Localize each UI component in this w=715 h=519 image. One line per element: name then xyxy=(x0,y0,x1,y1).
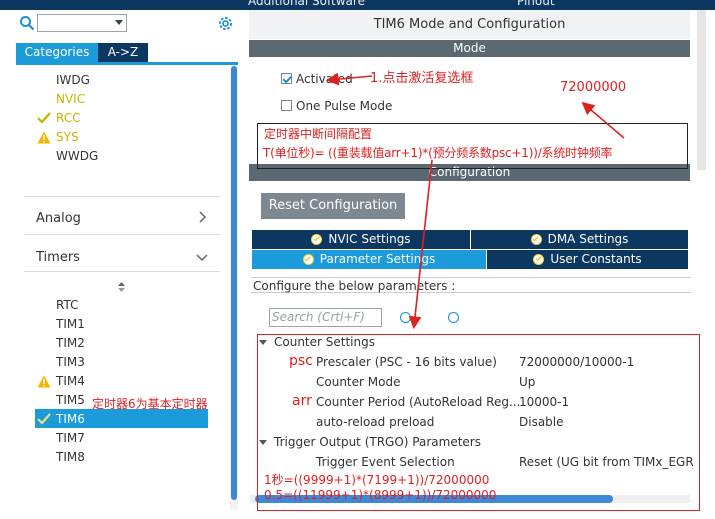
annotation-psc: psc xyxy=(289,353,313,369)
check-icon xyxy=(37,112,51,124)
left-scrollbar-thumb[interactable] xyxy=(231,66,237,500)
category-timers[interactable]: Timers xyxy=(36,250,80,265)
tab-user-constants[interactable]: User Constants xyxy=(487,250,688,269)
list-item-tim7[interactable]: TIM7 xyxy=(56,431,85,445)
annotation-formula: T(单位秒)= ((重装载值arr+1)*(预分频系数psc+1))/系统时钟频… xyxy=(263,146,613,160)
param-search-input[interactable]: Search (Crtl+F) xyxy=(269,308,382,327)
annotation-calc-2: 0.5=((11999+1)*(8999+1))/72000000 xyxy=(264,488,497,502)
tab-dma-settings[interactable]: DMA Settings xyxy=(471,230,688,249)
list-item-rtc[interactable]: RTC xyxy=(56,298,78,312)
gear-icon[interactable] xyxy=(217,15,234,32)
divider xyxy=(24,234,220,235)
tab-nvic-settings[interactable]: NVIC Settings xyxy=(252,230,470,249)
search-combo[interactable] xyxy=(37,14,127,32)
check-icon xyxy=(37,413,51,425)
annotation-clock-value: 72000000 xyxy=(560,80,627,95)
annotation-tim6-note: 定时器6为基本定时器 xyxy=(92,397,208,411)
mode-header: Mode xyxy=(249,40,690,57)
list-item-tim3[interactable]: TIM3 xyxy=(56,355,85,369)
chevron-down-icon[interactable] xyxy=(196,251,208,263)
one-pulse-label: One Pulse Mode xyxy=(296,99,393,113)
ok-icon xyxy=(302,254,314,265)
list-item-tim6[interactable]: TIM6 xyxy=(56,412,85,426)
activated-label: Activated xyxy=(296,72,353,86)
tab-a-z[interactable]: A->Z xyxy=(98,43,148,62)
list-item-nvic[interactable]: NVIC xyxy=(56,92,85,106)
activated-checkbox[interactable] xyxy=(281,73,292,84)
ok-icon xyxy=(311,234,323,245)
tab-label: DMA Settings xyxy=(547,232,629,246)
one-pulse-checkbox[interactable] xyxy=(281,100,292,111)
annotation-interval-title: 定时器中断间隔配置 xyxy=(264,127,373,141)
configure-text: Configure the below parameters : xyxy=(251,277,691,293)
list-item-tim1[interactable]: TIM1 xyxy=(56,317,85,331)
list-item-sys[interactable]: SYS xyxy=(56,130,79,144)
list-item-rcc[interactable]: RCC xyxy=(56,111,81,125)
list-item-tim2[interactable]: TIM2 xyxy=(56,336,85,350)
chevron-down-icon xyxy=(115,20,123,25)
list-item-tim5[interactable]: TIM5 xyxy=(56,393,85,407)
prev-result-icon[interactable] xyxy=(400,312,411,323)
warning-icon xyxy=(37,131,51,144)
divider xyxy=(24,196,220,197)
chevron-right-icon[interactable] xyxy=(196,211,208,223)
panel-title: TIM6 Mode and Configuration xyxy=(249,10,690,39)
search-icon xyxy=(20,16,35,31)
warning-icon xyxy=(37,375,51,388)
divider xyxy=(24,271,220,272)
tab-categories[interactable]: Categories xyxy=(16,43,98,62)
list-item-iwdg[interactable]: IWDG xyxy=(56,73,90,87)
category-analog[interactable]: Analog xyxy=(36,211,81,226)
tab-underline xyxy=(16,62,238,65)
list-item-wwdg[interactable]: WWDG xyxy=(56,149,98,163)
reset-configuration-button[interactable]: Reset Configuration xyxy=(261,193,405,219)
ok-icon xyxy=(530,234,542,245)
annotation-arr: arr xyxy=(292,393,312,409)
top-bar: Additional Software Pinout xyxy=(0,0,715,10)
annotation-click-activate: 1.点击激活复选框 xyxy=(370,71,474,86)
tab-label: NVIC Settings xyxy=(328,232,411,246)
next-result-icon[interactable] xyxy=(448,312,459,323)
additional-software-tab[interactable]: Additional Software xyxy=(248,0,365,8)
tab-label: User Constants xyxy=(550,252,642,266)
sort-icon[interactable] xyxy=(117,281,126,293)
right-scrollbar-track[interactable] xyxy=(697,10,706,170)
list-item-tim4[interactable]: TIM4 xyxy=(56,374,85,388)
list-item-tim8[interactable]: TIM8 xyxy=(56,450,85,464)
tab-parameter-settings[interactable]: Parameter Settings xyxy=(252,250,486,269)
pinout-tab[interactable]: Pinout xyxy=(517,0,555,8)
annotation-calc-1: 1秒=((9999+1)*(7199+1))/72000000 xyxy=(264,473,490,487)
ok-icon xyxy=(533,254,545,265)
tab-label: Parameter Settings xyxy=(319,252,436,266)
